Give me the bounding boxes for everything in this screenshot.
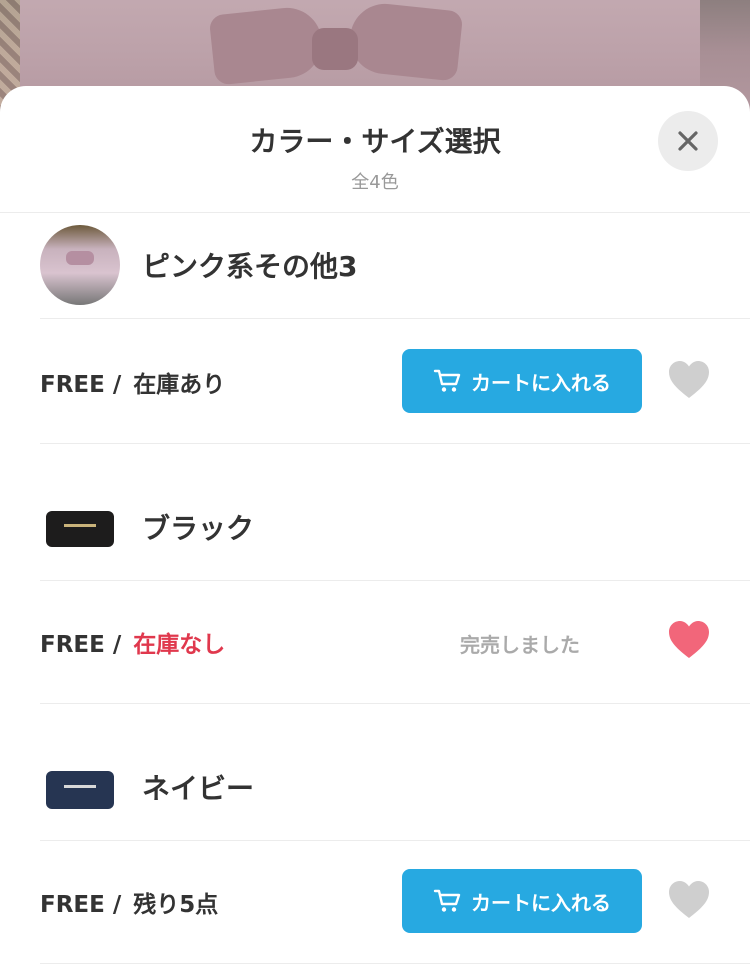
close-button[interactable] [658, 111, 718, 171]
color-row-pink: ピンク系その他3 [40, 212, 750, 319]
color-thumbnail [40, 747, 120, 827]
color-name: ネイビー [142, 772, 255, 805]
color-row-black: ブラック [40, 474, 750, 581]
size-label: FREE / [40, 892, 122, 918]
color-name: ブラック [142, 512, 255, 545]
sold-out-label: 完売しました [460, 633, 580, 657]
color-count: 全4色 [351, 172, 399, 193]
size-label: FREE / [40, 372, 122, 398]
size-stock-label: FREE / 残り5点 [40, 885, 218, 919]
color-size-sheet: カラー・サイズ選択 全4色 ピンク系その他3 FREE / 在庫あり カートに入… [0, 86, 750, 974]
stock-status: 在庫あり [133, 372, 226, 398]
close-icon [678, 131, 698, 151]
color-name: ピンク系その他3 [142, 250, 358, 283]
heart-icon[interactable] [666, 617, 712, 663]
size-stock-label: FREE / 在庫なし [40, 625, 225, 659]
add-to-cart-button[interactable]: カートに入れる [402, 349, 642, 413]
sheet-header: カラー・サイズ選択 全4色 [0, 86, 750, 213]
size-stock-label: FREE / 在庫あり [40, 365, 225, 399]
color-row-navy: ネイビー [40, 734, 750, 841]
sheet-title: カラー・サイズ選択 [249, 125, 501, 158]
size-label: FREE / [40, 632, 122, 658]
add-to-cart-button[interactable]: カートに入れる [402, 869, 642, 933]
heart-icon[interactable] [666, 357, 712, 403]
add-to-cart-label: カートに入れる [471, 890, 611, 915]
size-row: FREE / 在庫なし 完売しました [40, 579, 750, 704]
size-row: FREE / 残り5点 カートに入れる [40, 839, 750, 964]
color-thumbnail [40, 487, 120, 567]
color-thumbnail [40, 225, 120, 305]
add-to-cart-label: カートに入れる [471, 370, 611, 395]
stock-status: 在庫なし [133, 632, 226, 658]
cart-icon [433, 888, 463, 914]
size-row: FREE / 在庫あり カートに入れる [40, 319, 750, 444]
stock-status: 残り5点 [133, 892, 219, 918]
page: カラー・サイズ選択 全4色 ピンク系その他3 FREE / 在庫あり カートに入… [0, 0, 750, 974]
cart-icon [433, 368, 463, 394]
heart-icon[interactable] [666, 877, 712, 923]
